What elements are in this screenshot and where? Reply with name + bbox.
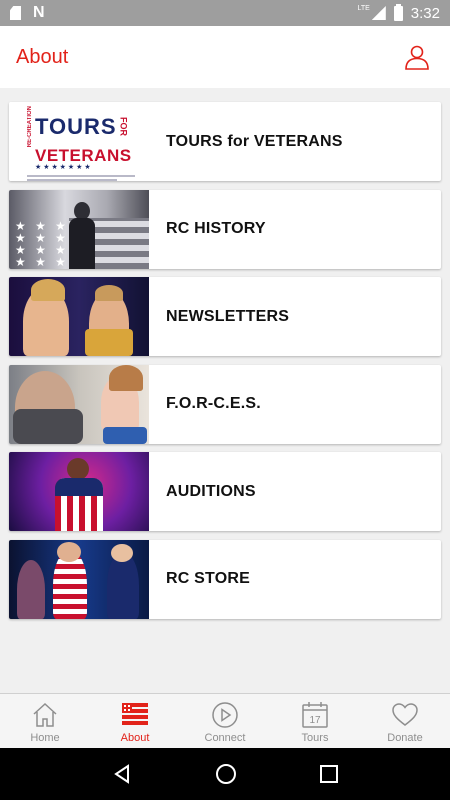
singers-duet-photo	[9, 277, 149, 357]
logo-recreation-text: RE-CREATION	[27, 106, 33, 148]
menu-item-label: AUDITIONS	[166, 482, 256, 500]
nav-connect[interactable]: Connect	[180, 694, 270, 748]
menu-item-forces[interactable]: F.O.R-C.E.S.	[9, 364, 441, 444]
n-notification-icon: N	[33, 4, 45, 21]
recents-icon[interactable]	[319, 764, 339, 784]
sd-card-icon	[10, 6, 21, 20]
profile-button[interactable]	[400, 40, 434, 74]
about-menu-list: RE-CREATION TOURS FOR VETERANS ★ ★ ★ ★ ★…	[9, 102, 441, 628]
menu-item-newsletters[interactable]: NEWSLETTERS	[9, 277, 441, 357]
network-type: LTE	[357, 4, 370, 12]
logo-fine-print	[27, 175, 143, 181]
logo-for-text: FOR	[118, 117, 129, 137]
logo-veterans-text: VETERANS	[35, 146, 132, 166]
play-circle-icon	[212, 702, 238, 728]
page-title: About	[16, 45, 69, 68]
performer-on-stage-photo	[9, 452, 149, 532]
status-time: 3:32	[410, 4, 440, 22]
menu-item-rc-store[interactable]: RC STORE	[9, 539, 441, 619]
battery-charging-icon	[393, 3, 403, 21]
menu-item-tours-for-veterans[interactable]: RE-CREATION TOURS FOR VETERANS ★ ★ ★ ★ ★…	[9, 102, 441, 181]
nav-label: Home	[30, 732, 60, 744]
status-bar: N LTE 3:32	[0, 0, 450, 26]
menu-item-label: TOURS for VETERANS	[166, 132, 343, 150]
nav-about[interactable]: About	[90, 694, 180, 748]
logo-stars: ★ ★ ★ ★ ★ ★ ★	[35, 164, 91, 172]
menu-item-label: F.O.R-C.E.S.	[166, 395, 261, 413]
calendar-day: 17	[309, 715, 321, 726]
menu-item-label: RC HISTORY	[166, 220, 266, 238]
system-navigation-bar	[0, 748, 450, 800]
nav-donate[interactable]: Donate	[360, 694, 450, 748]
group-performance-photo	[9, 539, 149, 619]
nav-label: Connect	[204, 732, 246, 744]
signal-icon	[371, 6, 386, 20]
back-icon[interactable]	[111, 763, 133, 785]
nav-home[interactable]: Home	[0, 694, 90, 748]
logo-tours-text: TOURS	[35, 113, 117, 139]
bottom-navigation: Home About Connect 17 Tours Donate	[0, 693, 450, 748]
nav-label: Tours	[301, 732, 329, 744]
nav-label: Donate	[387, 732, 423, 744]
app-bar: About	[0, 26, 450, 88]
home-circle-icon[interactable]	[215, 763, 237, 785]
heart-icon	[392, 703, 418, 726]
veteran-and-performer-photo	[9, 364, 149, 444]
calendar-icon: 17	[302, 702, 328, 728]
speaker-with-flag-photo: ★ ★ ★ ★ ★ ★ ★ ★ ★ ★ ★ ★	[9, 189, 149, 269]
user-profile-icon	[405, 45, 429, 70]
menu-item-auditions[interactable]: AUDITIONS	[9, 452, 441, 532]
nav-tours[interactable]: 17 Tours	[270, 694, 360, 748]
tours-for-veterans-logo: RE-CREATION TOURS FOR VETERANS ★ ★ ★ ★ ★…	[9, 102, 149, 181]
menu-item-label: RC STORE	[166, 570, 250, 588]
flag-list-icon	[122, 703, 148, 725]
home-icon	[33, 702, 57, 727]
nav-label: About	[120, 732, 150, 744]
menu-item-label: NEWSLETTERS	[166, 307, 290, 325]
menu-item-rc-history[interactable]: ★ ★ ★ ★ ★ ★ ★ ★ ★ ★ ★ ★ RC HISTORY	[9, 189, 441, 269]
